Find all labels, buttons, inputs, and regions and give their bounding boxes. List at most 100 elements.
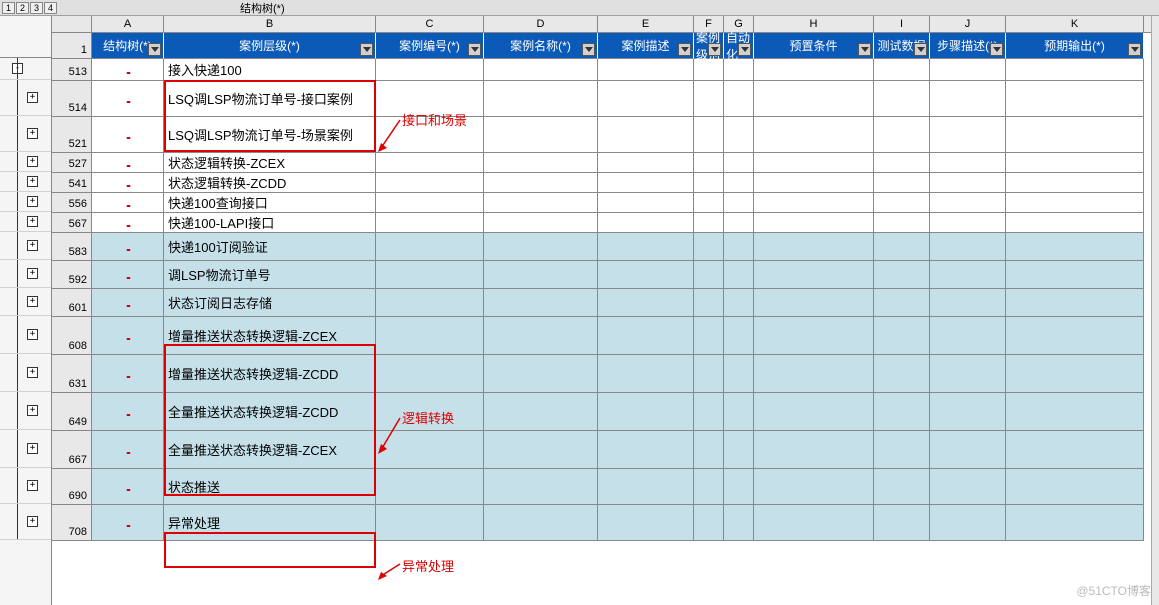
outline-expand-icon[interactable]: + [27,92,38,103]
cell-J[interactable] [930,261,1006,289]
column-letter-J[interactable]: J [930,16,1006,32]
outline-expand-icon[interactable]: + [27,128,38,139]
cell-K[interactable] [1006,289,1144,317]
cell-C[interactable] [376,431,484,469]
cell-A[interactable]: .. [92,193,164,213]
cell-J[interactable] [930,213,1006,233]
cell-K[interactable] [1006,117,1144,153]
cell-H[interactable] [754,431,874,469]
cell-I[interactable] [874,469,930,505]
row-number[interactable]: 583 [52,233,92,261]
cell-J[interactable] [930,393,1006,431]
cell-H[interactable] [754,393,874,431]
cell-K[interactable] [1006,81,1144,117]
cell-I[interactable] [874,59,930,81]
cell-D[interactable] [484,153,598,173]
cell-E[interactable] [598,81,694,117]
cell-A[interactable]: .. [92,289,164,317]
cell-F[interactable] [694,153,724,173]
column-letter-E[interactable]: E [598,16,694,32]
cell-D[interactable] [484,505,598,541]
cell-A[interactable]: .. [92,233,164,261]
cell-H[interactable] [754,261,874,289]
header-A[interactable]: 结构树(*) [92,33,164,59]
cell-G[interactable] [724,233,754,261]
row-number[interactable]: 513 [52,59,92,81]
cell-K[interactable] [1006,431,1144,469]
row-number-header[interactable]: 1 [52,33,92,59]
cell-K[interactable] [1006,393,1144,431]
cell-I[interactable] [874,505,930,541]
cell-J[interactable] [930,193,1006,213]
header-F[interactable]: 案例级别 [694,33,724,59]
cell-I[interactable] [874,173,930,193]
cell-G[interactable] [724,261,754,289]
cell-H[interactable] [754,59,874,81]
cell-E[interactable] [598,289,694,317]
cell-J[interactable] [930,355,1006,393]
cell-H[interactable] [754,81,874,117]
cell-E[interactable] [598,393,694,431]
column-letter-K[interactable]: K [1006,16,1144,32]
cell-C[interactable] [376,59,484,81]
cell-F[interactable] [694,81,724,117]
cell-I[interactable] [874,233,930,261]
cell-J[interactable] [930,59,1006,81]
cell-H[interactable] [754,173,874,193]
cell-J[interactable] [930,81,1006,117]
cell-G[interactable] [724,213,754,233]
cell-F[interactable] [694,193,724,213]
cell-I[interactable] [874,289,930,317]
cell-D[interactable] [484,431,598,469]
cell-B[interactable]: 全量推送状态转换逻辑-ZCEX [164,431,376,469]
cell-G[interactable] [724,289,754,317]
column-letter-I[interactable]: I [874,16,930,32]
row-number[interactable]: 567 [52,213,92,233]
column-letter-B[interactable]: B [164,16,376,32]
column-letter-C[interactable]: C [376,16,484,32]
cell-J[interactable] [930,431,1006,469]
cell-F[interactable] [694,261,724,289]
cell-J[interactable] [930,173,1006,193]
cell-H[interactable] [754,289,874,317]
cell-B[interactable]: 快递100订阅验证 [164,233,376,261]
cell-H[interactable] [754,193,874,213]
cell-I[interactable] [874,317,930,355]
cell-B[interactable]: 快递100查询接口 [164,193,376,213]
cell-D[interactable] [484,193,598,213]
cell-F[interactable] [694,289,724,317]
cell-K[interactable] [1006,317,1144,355]
cell-F[interactable] [694,431,724,469]
row-number[interactable]: 667 [52,431,92,469]
cell-E[interactable] [598,173,694,193]
column-letter-D[interactable]: D [484,16,598,32]
row-number[interactable]: 631 [52,355,92,393]
cell-I[interactable] [874,117,930,153]
outline-expand-icon[interactable]: + [27,329,38,340]
filter-dropdown-icon[interactable] [582,43,595,56]
cell-I[interactable] [874,393,930,431]
cell-C[interactable] [376,261,484,289]
cell-I[interactable] [874,81,930,117]
cell-I[interactable] [874,213,930,233]
cell-D[interactable] [484,81,598,117]
cell-D[interactable] [484,213,598,233]
outline-expand-icon[interactable]: + [27,216,38,227]
cell-C[interactable] [376,153,484,173]
cell-E[interactable] [598,317,694,355]
cell-E[interactable] [598,153,694,173]
cell-B[interactable]: 增量推送状态转换逻辑-ZCDD [164,355,376,393]
cell-C[interactable] [376,393,484,431]
cell-A[interactable]: .. [92,173,164,193]
cell-E[interactable] [598,469,694,505]
cell-B[interactable]: 异常处理 [164,505,376,541]
cell-B[interactable]: 状态推送 [164,469,376,505]
cell-H[interactable] [754,153,874,173]
cell-G[interactable] [724,317,754,355]
cell-B[interactable]: 增量推送状态转换逻辑-ZCEX [164,317,376,355]
cell-G[interactable] [724,393,754,431]
cell-E[interactable] [598,117,694,153]
cell-A[interactable]: .. [92,431,164,469]
cell-I[interactable] [874,355,930,393]
cell-D[interactable] [484,317,598,355]
